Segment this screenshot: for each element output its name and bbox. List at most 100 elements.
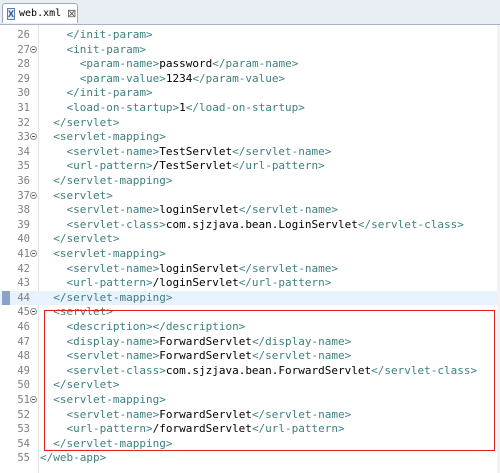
code-line[interactable]: 47 <display-name>ForwardServlet</display… (0, 335, 500, 350)
code-line[interactable]: 26 </init-param> (0, 28, 500, 43)
code-text: <load-on-startup>1</load-on-startup> (40, 101, 305, 116)
code-line[interactable]: 45 <servlet> (0, 305, 500, 320)
xml-value: /forwardServlet (152, 422, 252, 436)
code-line[interactable]: 37 <servlet> (0, 189, 500, 204)
xml-tag: </url-pattern> (251, 422, 345, 436)
line-number: 38 (17, 204, 30, 217)
xml-file-icon: X (7, 7, 16, 20)
code-text: <servlet-name>loginServlet</servlet-name… (40, 261, 339, 277)
code-line[interactable]: 50 </servlet> (0, 378, 500, 393)
code-text: </servlet> (40, 378, 119, 393)
code-text: </servlet> (40, 116, 119, 131)
xml-tag: </servlet-name> (251, 349, 352, 363)
code-line[interactable]: 34 <servlet-name>TestServlet</servlet-na… (0, 145, 500, 160)
xml-tag: </init-param> (66, 28, 153, 41)
line-number: 30 (17, 87, 30, 100)
code-text: <servlet-name>TestServlet</servlet-name> (40, 144, 332, 160)
line-number: 46 (17, 321, 30, 333)
code-line[interactable]: 36 </servlet-mapping> (0, 174, 500, 189)
code-line[interactable]: 30 </init-param> (0, 86, 500, 101)
line-number: 54 (17, 437, 30, 450)
xml-tag: <servlet-name> (66, 144, 160, 158)
code-text: <servlet-mapping> (40, 393, 166, 408)
code-line[interactable]: 43 <url-pattern>/loginServlet</url-patte… (0, 276, 500, 291)
line-number: 35 (17, 160, 30, 173)
code-line[interactable]: 38 <servlet-name>loginServlet</servlet-n… (0, 203, 500, 218)
xml-tag: <servlet-name> (66, 261, 160, 275)
line-number: 32 (17, 116, 30, 129)
close-icon[interactable]: ⊠ (67, 7, 76, 20)
xml-tag: </servlet-mapping> (53, 174, 173, 187)
code-line[interactable]: 28 <param-name>password</param-name> (0, 57, 500, 72)
xml-value: /TestServlet (152, 159, 233, 173)
code-line[interactable]: 33 <servlet-mapping> (0, 130, 500, 145)
xml-tag: <load-on-startup> (66, 101, 180, 114)
xml-tag: <url-pattern> (66, 159, 153, 173)
tab-web-xml[interactable]: X web.xml ⊠ (2, 3, 78, 23)
xml-tag: </web-app> (40, 451, 107, 465)
code-line[interactable]: 41 <servlet-mapping> (0, 247, 500, 262)
xml-tag: <servlet-mapping> (53, 130, 166, 144)
code-line[interactable]: 46 <description></description> (0, 320, 500, 335)
line-number: 36 (17, 175, 30, 187)
line-number: 49 (17, 364, 30, 377)
line-number: 44 (17, 291, 30, 304)
xml-tag: <servlet> (53, 188, 113, 202)
code-line[interactable]: 32 </servlet> (0, 116, 500, 131)
code-line[interactable]: 35 <url-pattern>/TestServlet</url-patter… (0, 159, 500, 174)
xml-tag: </url-pattern> (238, 276, 332, 290)
xml-value: ForwardServlet (159, 407, 252, 421)
code-line[interactable]: 48 <servlet-name>ForwardServlet</servlet… (0, 349, 500, 364)
code-text: <servlet-class>com.sjzjava.bean.ForwardS… (40, 364, 478, 379)
xml-tag: <servlet> (53, 305, 113, 319)
line-number: 52 (17, 408, 30, 421)
xml-tag: <servlet-mapping> (53, 247, 166, 260)
code-line[interactable]: 42 <servlet-name>loginServlet</servlet-n… (0, 262, 500, 277)
xml-tag: <param-name> (79, 57, 160, 71)
code-line[interactable]: 27 <init-param> (0, 43, 500, 58)
code-text: <init-param> (40, 43, 146, 58)
code-line[interactable]: 55 </web-app> (0, 451, 500, 466)
code-text: <url-pattern>/forwardServlet</url-patter… (40, 422, 345, 437)
code-line[interactable]: 44 </servlet-mapping> (0, 290, 500, 306)
collapse-icon[interactable] (30, 396, 37, 403)
xml-tag: </servlet> (53, 115, 120, 129)
line-number: 27 (17, 43, 30, 56)
line-number: 53 (17, 423, 30, 436)
collapse-icon[interactable] (30, 250, 37, 257)
code-text: <servlet> (40, 305, 113, 320)
code-text: <servlet-class>com.sjzjava.bean.LoginSer… (40, 218, 464, 233)
code-line[interactable]: 51 <servlet-mapping> (0, 393, 500, 408)
xml-tag: </load-on-startup> (185, 101, 305, 114)
collapse-icon[interactable] (30, 45, 37, 53)
xml-tag: </servlet-name> (232, 144, 332, 158)
code-text: <servlet-mapping> (40, 130, 166, 145)
code-text: <servlet-name>ForwardServlet</servlet-na… (40, 349, 352, 364)
line-number: 29 (17, 72, 30, 85)
collapse-icon[interactable] (30, 191, 37, 199)
line-number: 51 (17, 394, 30, 406)
collapse-icon[interactable] (30, 308, 37, 316)
xml-tag: </servlet-name> (238, 203, 339, 217)
code-line[interactable]: 39 <servlet-class>com.sjzjava.bean.Login… (0, 218, 500, 233)
code-line[interactable]: 53 <url-pattern>/forwardServlet</url-pat… (0, 422, 500, 437)
code-line[interactable]: 29 <param-value>1234</param-value> (0, 72, 500, 87)
line-number: 42 (17, 262, 30, 275)
code-line[interactable]: 31 <load-on-startup>1</load-on-startup> (0, 101, 500, 116)
line-number: 39 (17, 218, 30, 231)
xml-value: loginServlet (159, 261, 239, 275)
xml-tag: </servlet> (53, 378, 120, 392)
code-text: <url-pattern>/loginServlet</url-pattern> (40, 276, 332, 291)
code-line[interactable]: 52 <servlet-name>ForwardServlet</servlet… (0, 408, 500, 423)
line-number: 43 (17, 277, 30, 290)
collapse-icon[interactable] (30, 133, 37, 141)
line-number: 37 (17, 189, 30, 202)
code-line[interactable]: 40 </servlet> (0, 232, 500, 247)
xml-tag: </param-name> (212, 57, 299, 71)
xml-editor[interactable]: 26 </init-param> 27 <init-param> 28 <param… (0, 25, 500, 473)
line-number: 55 (17, 452, 30, 465)
xml-tag: </url-pattern> (232, 159, 325, 173)
code-line[interactable]: 54 </servlet-mapping> (0, 437, 500, 452)
code-line[interactable]: 49 <servlet-class>com.sjzjava.bean.Forwa… (0, 364, 500, 379)
code-text: <param-value>1234</param-value> (40, 72, 285, 87)
